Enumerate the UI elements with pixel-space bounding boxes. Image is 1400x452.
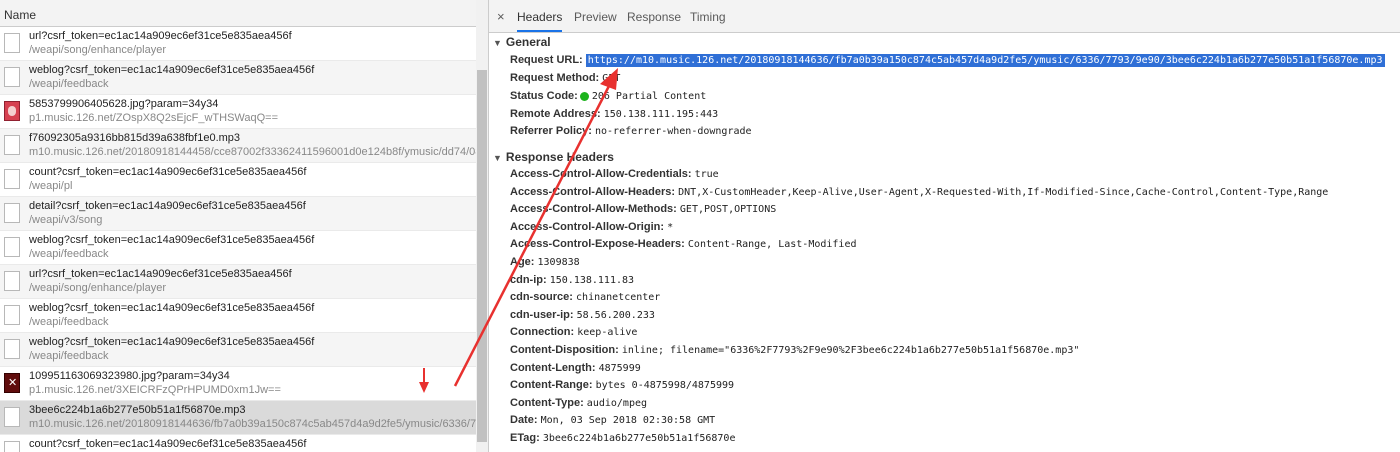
annotation-arrowhead-down xyxy=(419,382,429,393)
annotation-overlay xyxy=(419,68,618,393)
annotation-arrowhead-up xyxy=(600,68,618,90)
annotation-arrow-line xyxy=(453,83,612,387)
